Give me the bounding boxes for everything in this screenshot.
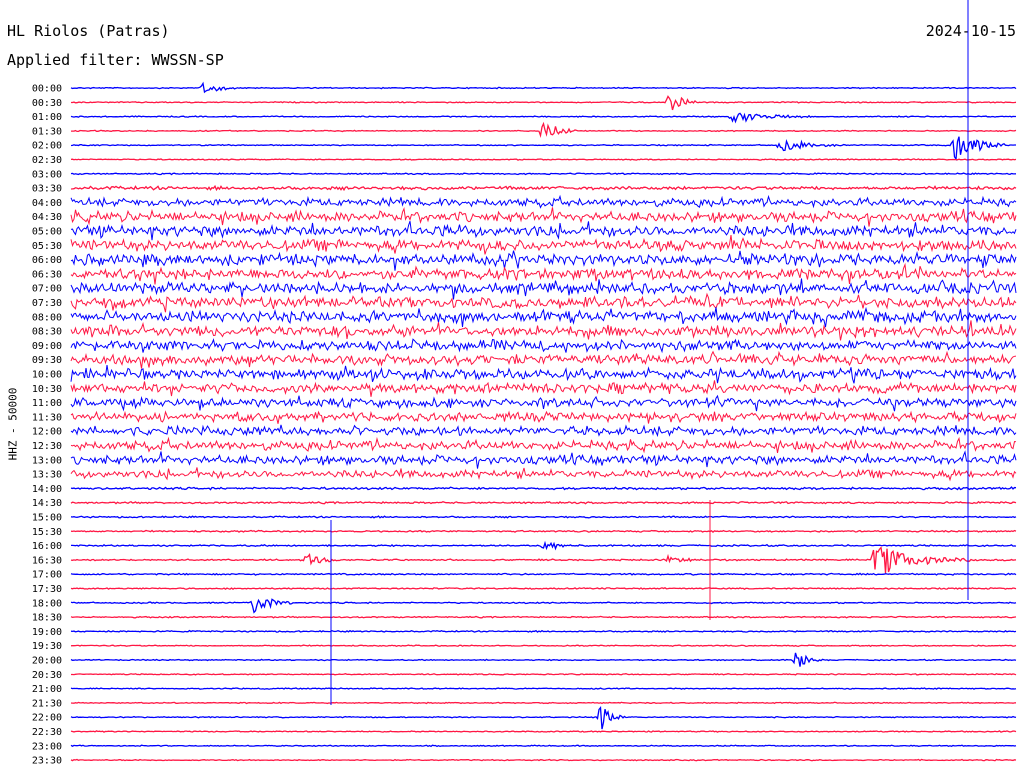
row-time-label: 01:30 <box>32 126 62 137</box>
trace-row <box>70 486 1017 491</box>
trace-row <box>70 546 1017 573</box>
row-time-label: 18:00 <box>32 598 62 609</box>
trace-row <box>70 184 1017 192</box>
seismogram-plot: 00:00 00:30 01:00 01:30 02:00 02:30 03:00 03:30… <box>32 0 1017 767</box>
row-time-label: 16:30 <box>32 555 62 566</box>
trace-row <box>70 112 1016 124</box>
row-time-label: 19:30 <box>32 641 62 652</box>
trace-row <box>71 672 1017 676</box>
trace-row <box>70 515 1017 519</box>
trace-row <box>70 136 1016 162</box>
trace-row <box>70 687 1017 690</box>
row-time-label: 21:30 <box>32 698 62 709</box>
trace-row <box>70 436 1017 454</box>
trace-row <box>70 587 1017 591</box>
row-time-label: 05:30 <box>32 241 62 252</box>
row-time-label: 01:00 <box>32 112 62 123</box>
trace-row <box>71 95 1017 111</box>
row-time-label: 08:30 <box>32 327 62 338</box>
row-time-label: 02:30 <box>32 155 62 166</box>
row-time-label: 00:00 <box>32 84 62 95</box>
row-time-label: 21:00 <box>32 684 62 695</box>
seismic-traces <box>70 0 1017 762</box>
trace-row <box>70 572 1017 576</box>
row-time-label: 20:00 <box>32 656 62 667</box>
trace-row <box>70 652 1017 667</box>
trace-row <box>70 450 1017 469</box>
row-tick-labels: 00:00 00:30 01:00 01:30 02:00 02:30 03:00 03:30… <box>32 84 62 767</box>
row-time-label: 05:00 <box>32 227 62 238</box>
row-time-label: 12:00 <box>32 427 62 438</box>
trace-row <box>70 529 1017 533</box>
trace-row <box>70 320 1017 341</box>
row-time-label: 03:00 <box>32 169 62 180</box>
trace-row <box>70 615 1017 619</box>
row-time-label: 11:00 <box>32 398 62 409</box>
trace-row <box>70 394 1017 412</box>
row-time-label: 18:30 <box>32 613 62 624</box>
trace-row <box>70 221 1017 241</box>
row-time-label: 14:00 <box>32 484 62 495</box>
row-time-label: 10:00 <box>32 370 62 381</box>
row-time-label: 20:30 <box>32 670 62 681</box>
trace-row <box>70 365 1017 384</box>
trace-row <box>70 701 1017 705</box>
trace-row <box>70 598 1017 614</box>
row-time-label: 03:30 <box>32 184 62 195</box>
trace-row <box>70 338 1017 354</box>
row-time-label: 04:30 <box>32 212 62 223</box>
row-time-label: 07:00 <box>32 284 62 295</box>
row-time-label: 23:00 <box>32 741 62 752</box>
trace-row <box>71 540 1017 551</box>
trace-row <box>70 250 1017 271</box>
row-time-label: 22:30 <box>32 727 62 738</box>
row-time-label: 13:00 <box>32 455 62 466</box>
row-time-label: 15:00 <box>32 513 62 524</box>
row-time-label: 07:30 <box>32 298 62 309</box>
row-time-label: 06:00 <box>32 255 62 266</box>
trace-row <box>70 424 1017 438</box>
row-time-label: 11:30 <box>32 412 62 423</box>
trace-row <box>70 467 1017 482</box>
row-time-label: 14:30 <box>32 498 62 509</box>
row-time-label: 04:00 <box>32 198 62 209</box>
row-time-label: 12:30 <box>32 441 62 452</box>
trace-row <box>70 350 1017 369</box>
row-time-label: 10:30 <box>32 384 62 395</box>
trace-row <box>70 629 1017 633</box>
trace-row <box>70 758 1017 762</box>
trace-row <box>70 706 1017 730</box>
trace-row <box>70 207 1017 227</box>
trace-row <box>70 81 1017 94</box>
trace-row <box>70 410 1017 424</box>
row-time-label: 17:00 <box>32 570 62 581</box>
row-time-label: 22:00 <box>32 713 62 724</box>
trace-row <box>70 380 1017 397</box>
trace-row <box>70 306 1017 328</box>
row-time-label: 23:30 <box>32 756 62 767</box>
trace-row <box>70 744 1017 748</box>
trace-row <box>70 194 1017 209</box>
row-time-label: 17:30 <box>32 584 62 595</box>
row-time-label: 13:30 <box>32 470 62 481</box>
trace-row <box>70 172 1017 176</box>
row-time-label: 09:00 <box>32 341 62 352</box>
row-time-label: 19:00 <box>32 627 62 638</box>
row-time-label: 00:30 <box>32 98 62 109</box>
row-time-label: 02:00 <box>32 141 62 152</box>
row-time-label: 16:00 <box>32 541 62 552</box>
trace-row <box>71 121 1017 139</box>
trace-row <box>70 158 1017 161</box>
trace-row <box>70 262 1017 285</box>
trace-row <box>70 500 1017 505</box>
row-time-label: 06:30 <box>32 269 62 280</box>
trace-row <box>70 730 1017 733</box>
trace-row <box>70 644 1017 648</box>
row-time-label: 09:30 <box>32 355 62 366</box>
row-time-label: 08:00 <box>32 312 62 323</box>
trace-row <box>70 278 1017 300</box>
row-time-label: 15:30 <box>32 527 62 538</box>
trace-row <box>70 235 1017 255</box>
